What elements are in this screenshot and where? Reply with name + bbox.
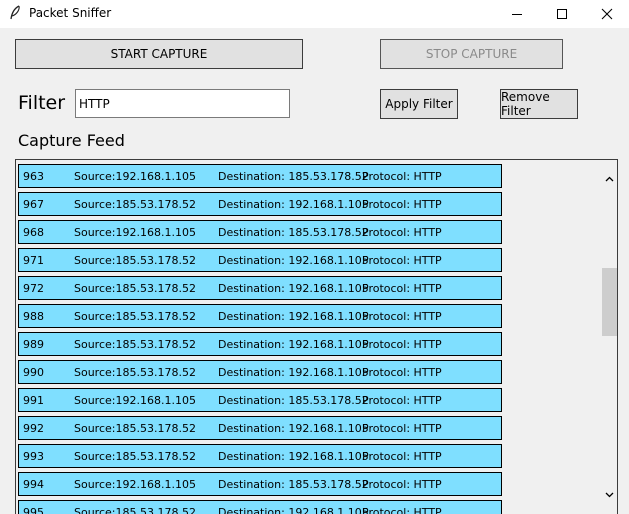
- packet-row[interactable]: 992 Source:185.53.178.52 Destination: 192.…: [18, 416, 502, 440]
- packet-id: 992: [23, 422, 44, 435]
- packet-id: 971: [23, 254, 44, 267]
- packet-id: 967: [23, 198, 44, 211]
- packet-id: 968: [23, 226, 44, 239]
- packet-id: 993: [23, 450, 44, 463]
- packet-destination: Destination: 185.53.178.52: [218, 226, 369, 239]
- packet-destination: Destination: 192.168.1.105: [218, 422, 369, 435]
- packet-id: 963: [23, 170, 44, 183]
- packet-row[interactable]: 988 Source:185.53.178.52 Destination: 192.…: [18, 304, 502, 328]
- packet-destination: Destination: 185.53.178.52: [218, 170, 369, 183]
- packet-destination: Destination: 185.53.178.52: [218, 394, 369, 407]
- packet-protocol: Protocol: HTTP: [362, 310, 442, 323]
- feed-scrollbar[interactable]: [601, 168, 617, 514]
- packet-destination: Destination: 192.168.1.105: [218, 282, 369, 295]
- packet-destination: Destination: 192.168.1.105: [218, 450, 369, 463]
- capture-feed[interactable]: 963 Source:192.168.1.105 Destination: 185.…: [15, 159, 618, 514]
- packet-row[interactable]: 972 Source:185.53.178.52 Destination: 192.…: [18, 276, 502, 300]
- packet-source: Source:192.168.1.105: [74, 170, 196, 183]
- packet-row[interactable]: 967 Source:185.53.178.52 Destination: 192.…: [18, 192, 502, 216]
- maximize-icon: [557, 9, 567, 19]
- packet-row[interactable]: 963 Source:192.168.1.105 Destination: 185.…: [18, 164, 502, 188]
- packet-source: Source:185.53.178.52: [74, 450, 196, 463]
- packet-source: Source:185.53.178.52: [74, 338, 196, 351]
- packet-id: 989: [23, 338, 44, 351]
- capture-feed-title: Capture Feed: [18, 131, 125, 150]
- packet-source: Source:185.53.178.52: [74, 198, 196, 211]
- packet-protocol: Protocol: HTTP: [362, 478, 442, 491]
- packet-source: Source:185.53.178.52: [74, 366, 196, 379]
- feather-icon: [8, 5, 22, 21]
- packet-source: Source:185.53.178.52: [74, 310, 196, 323]
- packet-protocol: Protocol: HTTP: [362, 394, 442, 407]
- packet-row[interactable]: 971 Source:185.53.178.52 Destination: 192.…: [18, 248, 502, 272]
- maximize-button[interactable]: [539, 0, 585, 28]
- packet-sniffer-window: Packet Sniffer START CAPTURE STOP CAPTUR…: [0, 0, 629, 514]
- packet-row[interactable]: 993 Source:185.53.178.52 Destination: 192.…: [18, 444, 502, 468]
- chevron-down-icon: [605, 492, 614, 497]
- packet-protocol: Protocol: HTTP: [362, 338, 442, 351]
- minimize-icon: [512, 14, 522, 15]
- packet-destination: Destination: 192.168.1.105: [218, 506, 369, 514]
- apply-filter-button[interactable]: Apply Filter: [380, 89, 458, 119]
- start-capture-button[interactable]: START CAPTURE: [15, 39, 303, 69]
- packet-list: 963 Source:192.168.1.105 Destination: 185.…: [18, 164, 503, 514]
- packet-source: Source:185.53.178.52: [74, 506, 196, 514]
- close-button[interactable]: [584, 0, 629, 28]
- packet-destination: Destination: 192.168.1.105: [218, 338, 369, 351]
- scroll-thumb[interactable]: [602, 268, 617, 336]
- packet-destination: Destination: 192.168.1.105: [218, 198, 369, 211]
- filter-input[interactable]: [75, 89, 290, 118]
- packet-row[interactable]: 994 Source:192.168.1.105 Destination: 185.…: [18, 472, 502, 496]
- packet-protocol: Protocol: HTTP: [362, 450, 442, 463]
- packet-source: Source:185.53.178.52: [74, 422, 196, 435]
- packet-protocol: Protocol: HTTP: [362, 366, 442, 379]
- window-title: Packet Sniffer: [29, 6, 112, 20]
- packet-id: 972: [23, 282, 44, 295]
- packet-protocol: Protocol: HTTP: [362, 254, 442, 267]
- packet-protocol: Protocol: HTTP: [362, 282, 442, 295]
- minimize-button[interactable]: [494, 0, 540, 28]
- packet-id: 990: [23, 366, 44, 379]
- packet-protocol: Protocol: HTTP: [362, 170, 442, 183]
- packet-id: 991: [23, 394, 44, 407]
- packet-destination: Destination: 192.168.1.105: [218, 310, 369, 323]
- close-icon: [601, 8, 613, 20]
- packet-source: Source:185.53.178.52: [74, 254, 196, 267]
- packet-id: 988: [23, 310, 44, 323]
- filter-label: Filter: [18, 92, 66, 114]
- packet-row[interactable]: 990 Source:185.53.178.52 Destination: 192.…: [18, 360, 502, 384]
- packet-source: Source:192.168.1.105: [74, 226, 196, 239]
- packet-protocol: Protocol: HTTP: [362, 506, 442, 514]
- packet-row[interactable]: 995 Source:185.53.178.52 Destination: 192.…: [18, 500, 502, 514]
- packet-id: 995: [23, 506, 44, 514]
- packet-protocol: Protocol: HTTP: [362, 198, 442, 211]
- remove-filter-button[interactable]: Remove Filter: [500, 89, 578, 119]
- packet-row[interactable]: 968 Source:192.168.1.105 Destination: 185.…: [18, 220, 502, 244]
- title-bar[interactable]: Packet Sniffer: [0, 0, 629, 28]
- packet-id: 994: [23, 478, 44, 491]
- packet-row[interactable]: 989 Source:185.53.178.52 Destination: 192.…: [18, 332, 502, 356]
- chevron-up-icon: [605, 176, 614, 181]
- scroll-down-button[interactable]: [601, 486, 617, 503]
- packet-row[interactable]: 991 Source:192.168.1.105 Destination: 185.…: [18, 388, 502, 412]
- scroll-up-button[interactable]: [601, 170, 617, 187]
- packet-source: Source:185.53.178.52: [74, 282, 196, 295]
- packet-destination: Destination: 185.53.178.52: [218, 478, 369, 491]
- packet-destination: Destination: 192.168.1.105: [218, 254, 369, 267]
- packet-protocol: Protocol: HTTP: [362, 226, 442, 239]
- packet-source: Source:192.168.1.105: [74, 394, 196, 407]
- packet-source: Source:192.168.1.105: [74, 478, 196, 491]
- stop-capture-button[interactable]: STOP CAPTURE: [380, 39, 563, 69]
- packet-protocol: Protocol: HTTP: [362, 422, 442, 435]
- packet-destination: Destination: 192.168.1.105: [218, 366, 369, 379]
